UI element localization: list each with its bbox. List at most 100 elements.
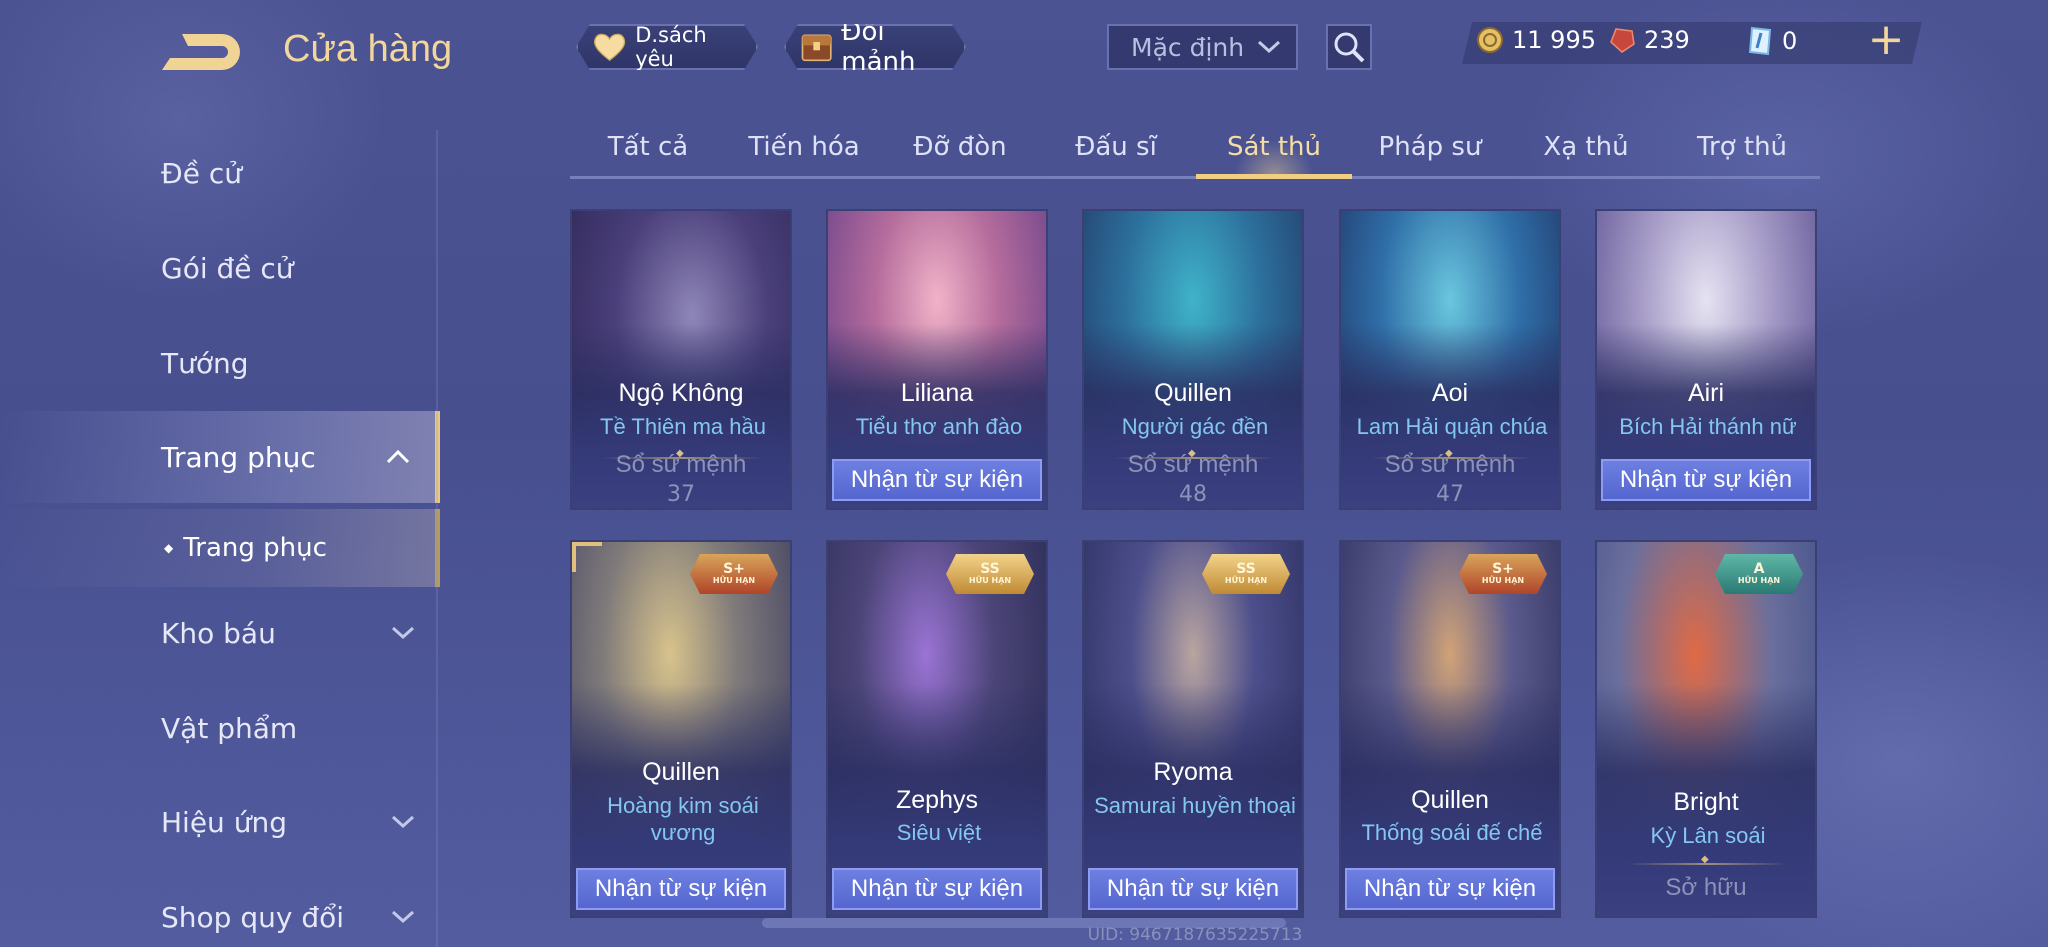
gold-coin-icon [1477,27,1503,53]
tier-grade: S+ [723,561,745,577]
heart-icon [592,30,627,64]
sidebar-item-label: Hiệu ứng [161,805,287,839]
hero-name: Liliana [900,379,974,407]
tier-badge: SS HỮU HẠN [946,554,1034,594]
voucher-balance: 0 [1746,26,1797,56]
skin-name: Tề Thiên ma hầu [600,414,766,439]
mission-book-level: 37 [667,482,695,507]
tier-limited-label: HỮU HẠN [1481,576,1525,585]
hero-name: Quillen [642,758,720,786]
card-divider [1627,854,1787,865]
sidebar-item-skins[interactable]: Trang phục [0,411,440,503]
hero-name: Quillen [1411,786,1489,814]
sidebar-item-label: Trang phục [161,440,316,474]
skin-name: Hoàng kim soái vương [607,793,759,845]
get-from-event-button[interactable]: Nhận từ sự kiện [1345,868,1555,910]
ruby-balance: 239 [1608,26,1690,54]
tab-fighter[interactable]: Đấu sĩ [1038,124,1194,176]
gold-balance: 11 995 [1476,26,1596,54]
tab-marksman[interactable]: Xạ thủ [1508,124,1664,176]
skin-name: Bích Hải thánh nữ [1619,414,1797,439]
chevron-down-icon [1257,40,1281,54]
tier-grade: A [1753,561,1765,577]
skin-name: Người gác đền [1121,414,1269,439]
user-id: UID: 9467187635225713 [1087,925,1303,945]
back-button[interactable] [160,28,246,78]
shard-exchange-button[interactable]: Đổi mảnh [784,24,966,70]
skin-name: Kỳ Lân soái [1650,823,1766,848]
skin-card[interactable]: A HỮU HẠN Bright Kỳ Lân soái Sở hữu [1595,540,1817,918]
hero-name: Quillen [1154,379,1232,407]
skin-name: Siêu việt [896,820,982,845]
tier-badge: A HỮU HẠN [1715,554,1803,594]
search-icon [1334,32,1365,63]
card-divider [602,448,762,459]
hero-name: Bright [1673,788,1739,816]
get-from-event-button[interactable]: Nhận từ sự kiện [1601,459,1811,501]
skin-card[interactable]: SS HỮU HẠN Zephys Siêu việt Nhận từ sự k… [826,540,1048,918]
tab-tank[interactable]: Đỡ đòn [882,124,1038,176]
tab-support[interactable]: Trợ thủ [1664,124,1820,176]
page-title: Cửa hàng [283,28,453,70]
sort-selected-value: Mặc định [1131,32,1245,62]
tab-evolution[interactable]: Tiến hóa [726,124,882,176]
sidebar-item-effects[interactable]: Hiệu ứng [0,776,440,868]
skin-card[interactable]: S+ HỮU HẠN Quillen Thống soái đế chế Nhậ… [1339,540,1561,918]
tier-grade: SS [1236,561,1256,577]
hero-name: Ngộ Không [618,379,744,407]
hero-name: Ryoma [1153,758,1233,786]
owned-status: Sở hữu [1665,874,1747,901]
get-from-event-button[interactable]: Nhận từ sự kiện [832,868,1042,910]
sidebar-subitem-skins[interactable]: ◆ Trang phục [0,509,440,587]
tier-limited-label: HỮU HẠN [1737,576,1781,585]
sidebar-item-recommended[interactable]: Đề cử [0,127,440,219]
mission-book-level: 47 [1436,482,1464,507]
skin-card[interactable]: Ngộ Không Tề Thiên ma hầu Sổ sứ mệnh 37 [570,209,792,510]
tier-limited-label: HỮU HẠN [712,576,756,585]
sidebar-item-bundles[interactable]: Gói đề cử [0,222,440,314]
skin-name: Tiểu thơ anh đào [855,414,1023,439]
card-gold-corner [572,542,602,572]
skin-card[interactable]: Quillen Người gác đền Sổ sứ mệnh 48 [1082,209,1304,510]
sort-dropdown[interactable]: Mặc định [1107,24,1298,70]
back-arrow-icon [162,34,240,70]
tab-assassin[interactable]: Sát thủ [1196,124,1352,179]
mission-book-level: 48 [1179,482,1207,507]
get-from-event-button[interactable]: Nhận từ sự kiện [832,459,1042,501]
tier-limited-label: HỮU HẠN [968,576,1012,585]
skin-name: Thống soái đế chế [1361,820,1543,845]
sidebar-item-items[interactable]: Vật phẩm [0,682,440,774]
skin-card[interactable]: Liliana Tiểu thơ anh đào Nhận từ sự kiện [826,209,1048,510]
sidebar-subitem-label: Trang phục [183,533,327,563]
treasure-chest-icon [800,28,833,66]
sidebar-item-label: Kho báu [161,616,276,650]
tab-mage[interactable]: Pháp sư [1352,124,1508,176]
ruby-icon [1610,28,1635,53]
skin-card[interactable]: Airi Bích Hải thánh nữ Nhận từ sự kiện [1595,209,1817,510]
category-tabs: Tất cả Tiến hóa Đỡ đòn Đấu sĩ Sát thủ Ph… [570,124,1820,180]
sidebar-item-treasure[interactable]: Kho báu [0,587,440,679]
sidebar-item-heroes[interactable]: Tướng [0,317,440,409]
get-from-event-button[interactable]: Nhận từ sự kiện [576,868,786,910]
sidebar-item-label: Vật phẩm [161,711,298,745]
skin-card[interactable]: S+ HỮU HẠN Quillen Hoàng kim soái vương … [570,540,792,918]
search-button[interactable] [1326,24,1372,70]
tier-badge: S+ HỮU HẠN [690,554,778,594]
wishlist-button[interactable]: D.sách yêu [576,24,758,70]
tab-all[interactable]: Tất cả [570,124,726,176]
skin-name: Lam Hải quận chúa [1356,414,1548,439]
sidebar-item-label: Tướng [161,346,249,380]
skin-card[interactable]: Aoi Lam Hải quận chúa Sổ sứ mệnh 47 [1339,209,1561,510]
add-currency-button[interactable]: + [1866,18,1906,64]
tier-grade: S+ [1492,561,1514,577]
card-divider [1114,448,1274,459]
skin-card[interactable]: SS HỮU HẠN Ryoma Samurai huyền thoại Nhậ… [1082,540,1304,918]
hero-name: Zephys [896,786,978,814]
card-divider [1371,448,1531,459]
ruby-amount: 239 [1644,26,1690,54]
tier-badge: S+ HỮU HẠN [1459,554,1547,594]
get-from-event-button[interactable]: Nhận từ sự kiện [1088,868,1298,910]
tier-limited-label: HỮU HẠN [1224,576,1268,585]
hero-name: Airi [1687,379,1725,407]
voucher-icon [1748,26,1772,56]
